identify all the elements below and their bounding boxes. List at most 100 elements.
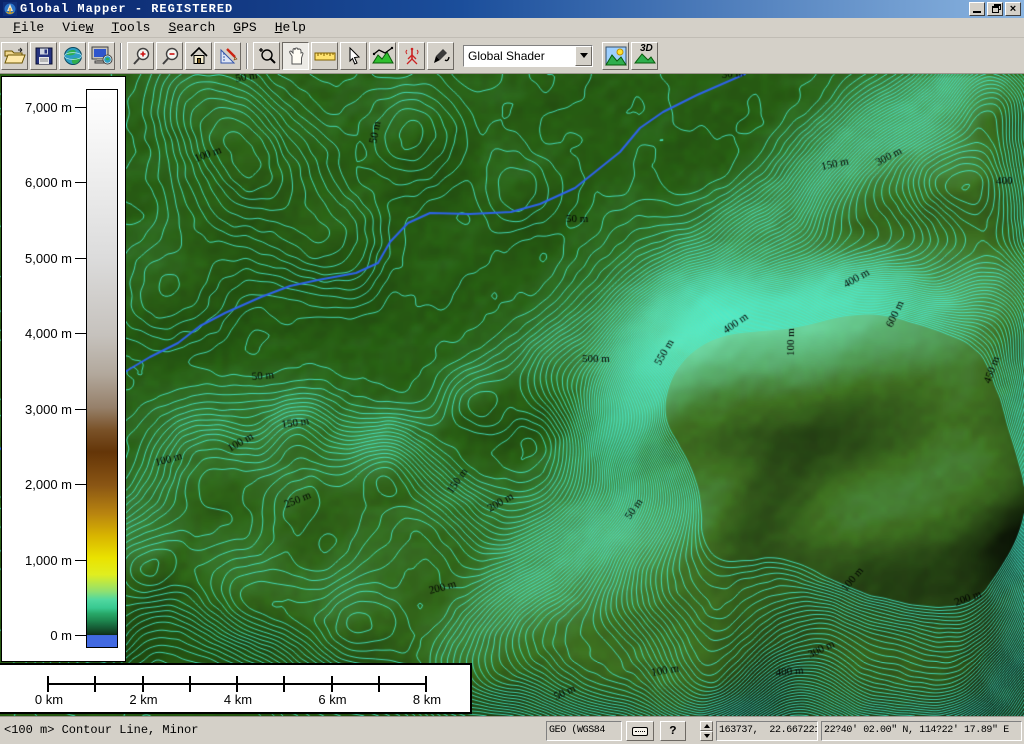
window-title: Global Mapper - REGISTERED	[20, 2, 969, 16]
title-bar: Global Mapper - REGISTERED ×	[0, 0, 1024, 18]
view-3d-button[interactable]: 3D	[631, 42, 658, 70]
legend-tick-label: 6,000 m	[25, 175, 72, 190]
pick-tool-button[interactable]	[340, 42, 367, 70]
app-icon[interactable]	[3, 2, 17, 16]
status-bar: <100 m> Contour Line, Minor GEO (WGS84 ?…	[0, 716, 1024, 744]
landscape-sun-icon	[605, 46, 627, 66]
close-icon: ×	[1006, 4, 1020, 15]
elevation-legend: 7,000 m 6,000 m 5,000 m 4,000 m 3,000 m …	[1, 76, 126, 662]
menu-file[interactable]: File	[4, 19, 53, 36]
open-folder-icon	[4, 47, 26, 65]
home-icon	[189, 46, 209, 66]
status-feature-text: <100 m> Contour Line, Minor	[4, 723, 198, 737]
question-mark-icon: ?	[669, 724, 676, 738]
digitizer-tool-button[interactable]	[427, 42, 454, 70]
zoom-out-icon	[160, 46, 180, 66]
shader-select-value: Global Shader	[464, 46, 575, 66]
spinner-down-button[interactable]	[700, 731, 713, 741]
cursor-arrow-icon	[345, 46, 363, 66]
elevation-gradient-bar	[86, 89, 118, 648]
floppy-icon	[35, 47, 53, 65]
keyboard-button[interactable]	[626, 721, 654, 741]
menu-bar: File View Tools Search GPS Help	[0, 18, 1024, 38]
chevron-down-icon	[704, 734, 710, 738]
keyboard-icon	[632, 727, 648, 736]
zoom-in-icon	[131, 46, 151, 66]
close-button[interactable]: ×	[1005, 2, 1021, 16]
tick-mark	[75, 333, 86, 334]
save-button[interactable]	[30, 42, 57, 70]
status-projection: GEO (WGS84	[546, 721, 622, 741]
zoom-tool-button[interactable]	[253, 42, 280, 70]
legend-tick-label: 3,000 m	[25, 402, 72, 417]
minimize-icon	[973, 11, 981, 13]
coordinate-spinner[interactable]	[700, 721, 713, 741]
tick-mark	[425, 676, 427, 692]
shader-options-button[interactable]	[602, 42, 629, 70]
tick-mark	[189, 676, 191, 692]
hand-icon	[286, 46, 306, 66]
legend-tick-label: 7,000 m	[25, 100, 72, 115]
menu-help[interactable]: Help	[266, 19, 315, 36]
monitor-globe-icon	[91, 46, 113, 66]
legend-tick-label: 0 m	[50, 628, 72, 643]
tick-mark	[331, 676, 333, 692]
status-pixel-coords: 163737, 22.66722137 )	[716, 721, 818, 741]
scale-bar: 0 km 2 km 4 km 6 km 8 km	[0, 663, 472, 714]
zoom-in-button[interactable]	[127, 42, 154, 70]
globe-icon	[63, 46, 83, 66]
legend-tick-label: 1,000 m	[25, 553, 72, 568]
view-shed-button[interactable]	[398, 42, 425, 70]
measure-tool-button[interactable]	[311, 42, 338, 70]
export-globe-button[interactable]	[59, 42, 86, 70]
scale-bar-labels: 0 km 2 km 4 km 6 km 8 km	[26, 692, 450, 707]
tick-mark	[75, 107, 86, 108]
measure-ruler-icon	[314, 47, 336, 65]
toolbar-separator	[246, 43, 248, 69]
pen-icon	[431, 46, 451, 66]
menu-gps[interactable]: GPS	[224, 19, 265, 36]
toolbar: Global Shader 3D	[0, 38, 1024, 74]
antenna-icon	[402, 46, 422, 66]
scale-label: 4 km	[215, 692, 261, 707]
legend-tick-label: 5,000 m	[25, 251, 72, 266]
toolbar-separator	[120, 43, 122, 69]
tick-mark	[75, 484, 86, 485]
map-view[interactable]	[0, 74, 1024, 716]
tick-mark	[75, 560, 86, 561]
legend-tick-label: 4,000 m	[25, 326, 72, 341]
restore-button[interactable]	[987, 2, 1003, 16]
help-button[interactable]: ?	[660, 721, 686, 741]
tick-mark	[47, 676, 49, 692]
shader-select[interactable]: Global Shader	[463, 45, 593, 67]
scale-label: 0 km	[26, 692, 72, 707]
minimize-button[interactable]	[969, 2, 985, 16]
view-3d-label: 3D	[640, 43, 653, 54]
scale-bar-line	[47, 683, 427, 692]
full-view-button[interactable]	[185, 42, 212, 70]
zoom-out-button[interactable]	[156, 42, 183, 70]
menu-view[interactable]: View	[53, 19, 102, 36]
tick-mark	[283, 676, 285, 692]
overlay-control-center-button[interactable]	[88, 42, 115, 70]
shader-select-dropdown-button[interactable]	[575, 46, 592, 66]
scale-label: 8 km	[404, 692, 450, 707]
legend-tick-label: 2,000 m	[25, 477, 72, 492]
ruler-pencil-icon	[218, 46, 238, 66]
spinner-up-button[interactable]	[700, 721, 713, 731]
status-latlon: 22?40' 02.00" N, 114?22' 17.89" E	[821, 721, 1022, 741]
menu-tools[interactable]: Tools	[102, 19, 159, 36]
path-profile-button[interactable]	[369, 42, 396, 70]
menu-search[interactable]: Search	[159, 19, 224, 36]
path-profile-icon	[372, 46, 394, 66]
tick-mark	[75, 258, 86, 259]
pan-tool-button[interactable]	[282, 42, 309, 70]
tick-mark	[75, 182, 86, 183]
app-window: Global Mapper - REGISTERED × File View T…	[0, 0, 1024, 744]
open-file-button[interactable]	[1, 42, 28, 70]
zoom-tool-icon	[257, 46, 277, 66]
chevron-up-icon	[704, 724, 710, 728]
tick-mark	[75, 635, 86, 636]
set-scale-button[interactable]	[214, 42, 241, 70]
elevation-legend-labels: 7,000 m 6,000 m 5,000 m 4,000 m 3,000 m …	[2, 99, 86, 644]
